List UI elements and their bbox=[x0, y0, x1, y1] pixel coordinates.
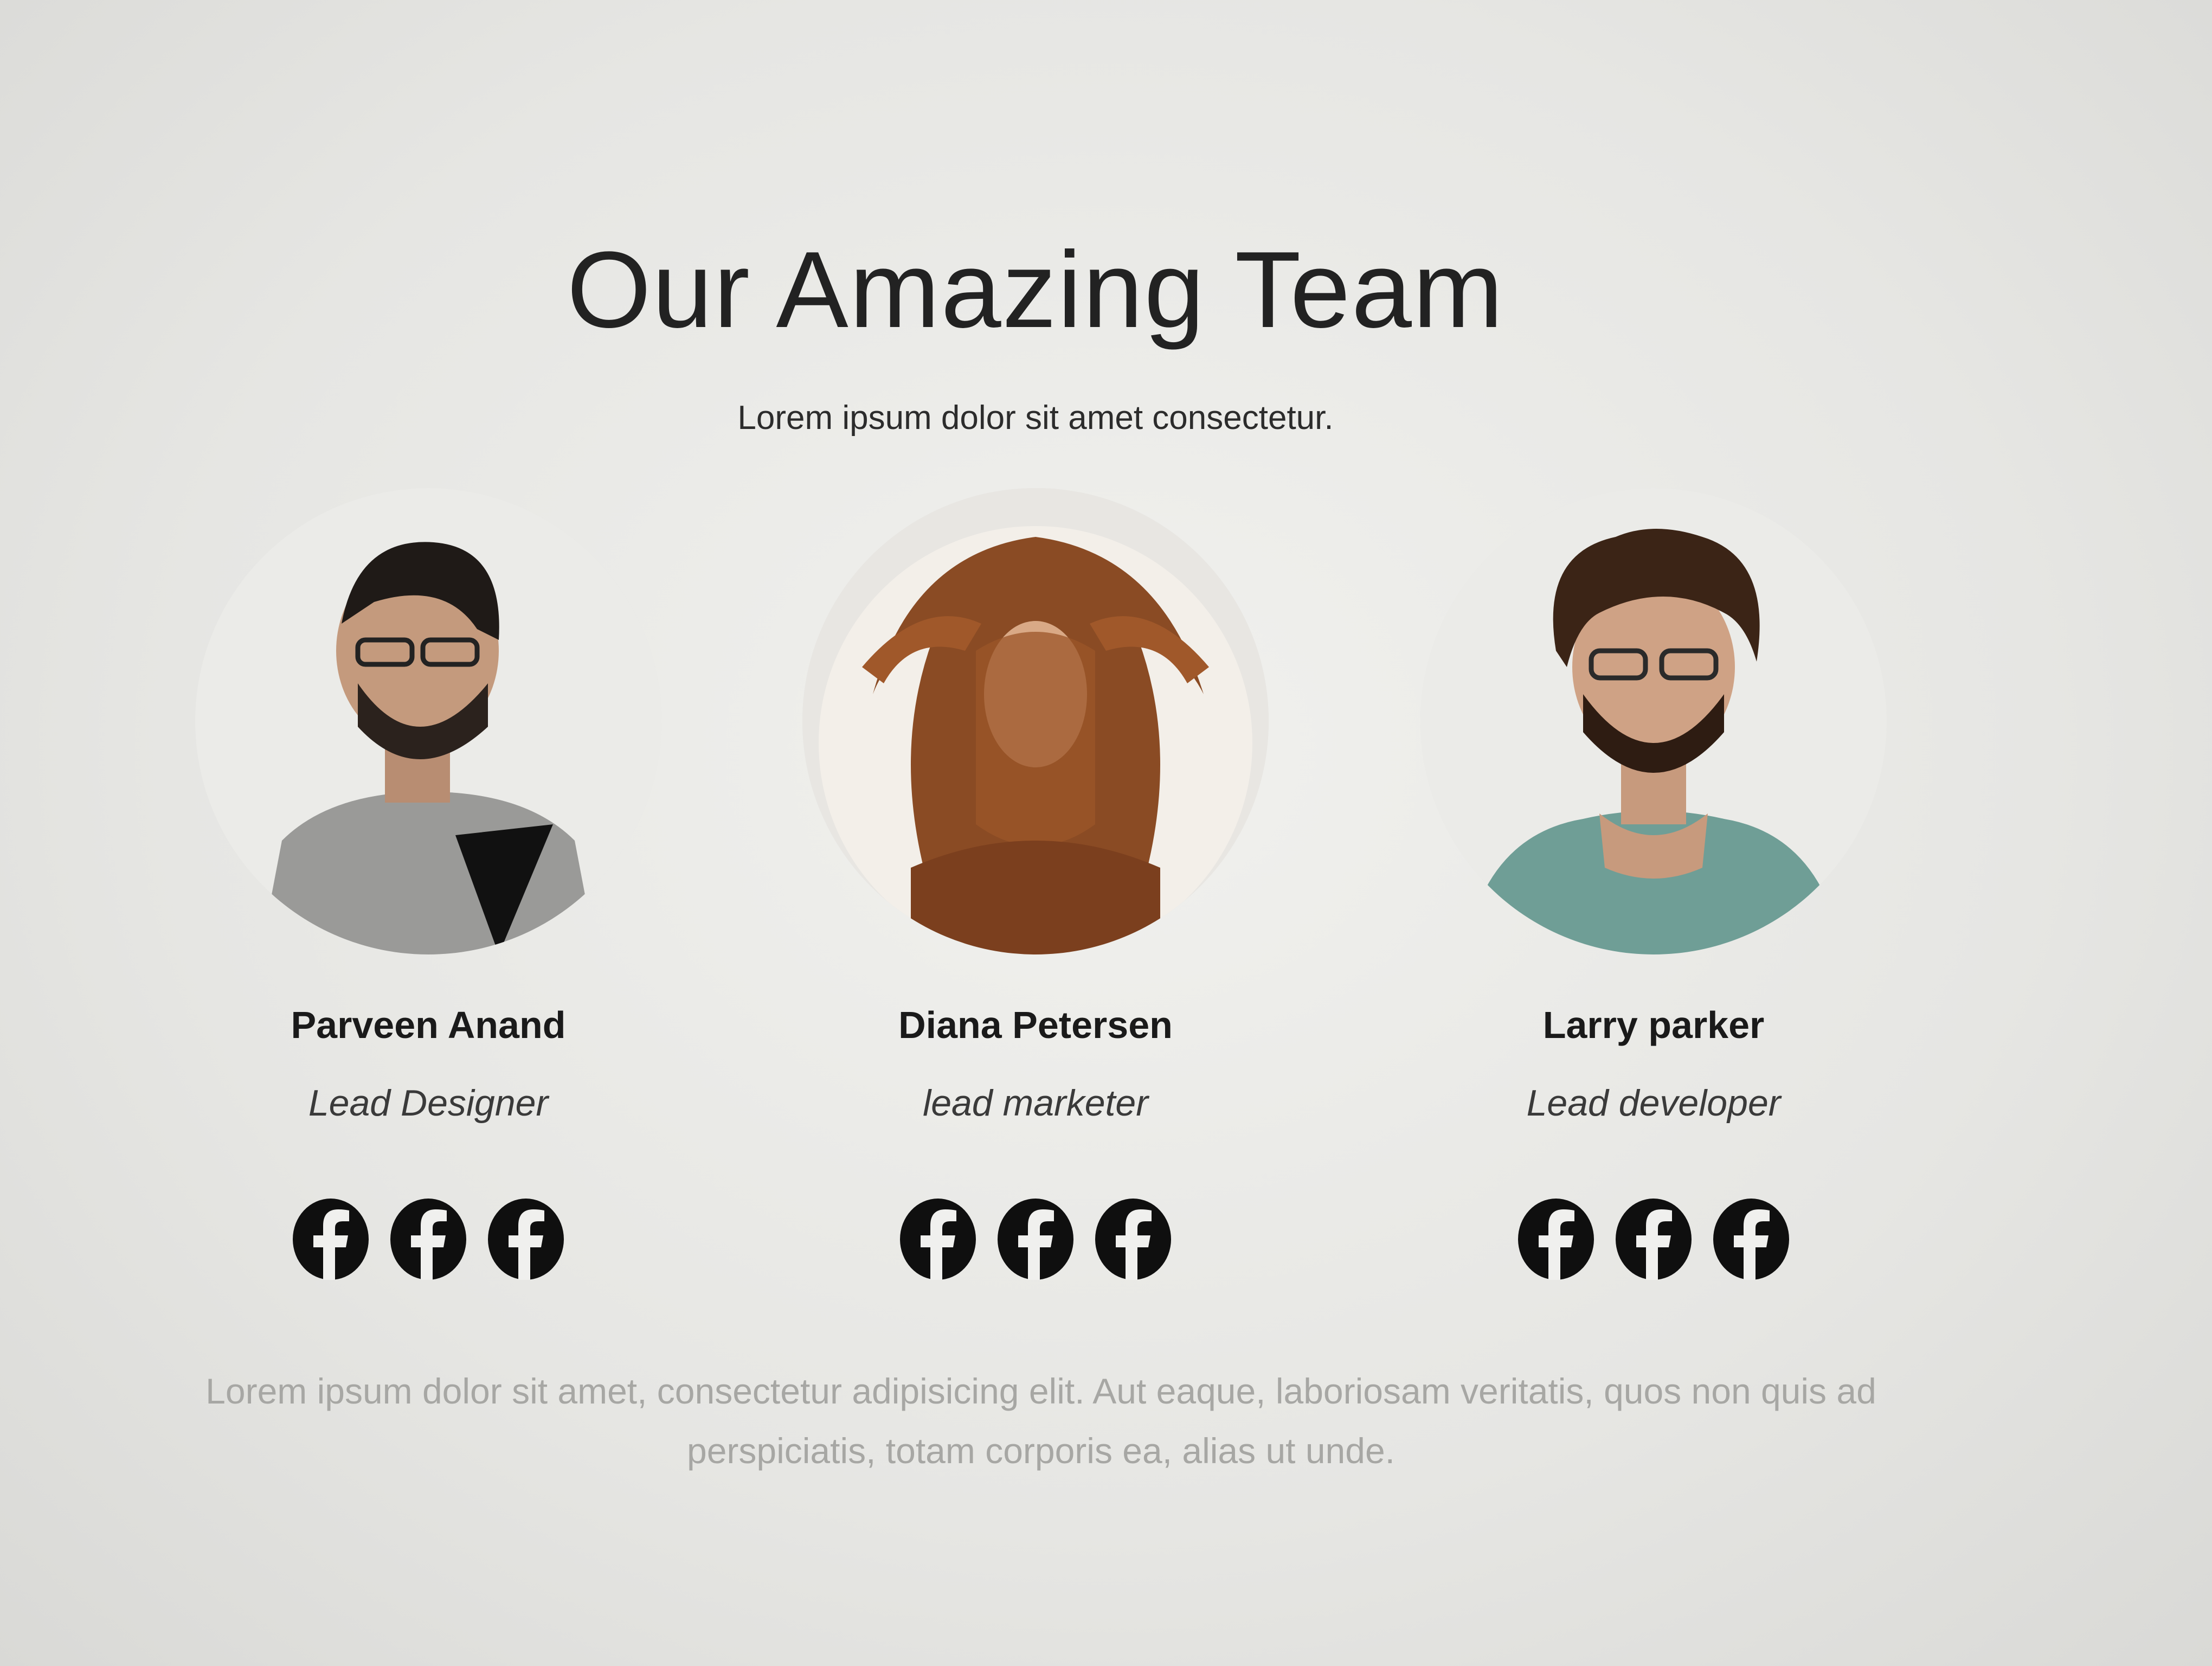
social-links bbox=[157, 1199, 699, 1291]
facebook-icon[interactable] bbox=[1713, 1199, 1789, 1280]
facebook-icon[interactable] bbox=[1518, 1199, 1594, 1280]
member-name: Diana Petersen bbox=[898, 1004, 1173, 1046]
facebook-icon[interactable] bbox=[1616, 1199, 1692, 1280]
avatar bbox=[802, 488, 1269, 954]
team-member-card: Larry parker Lead developer bbox=[1382, 488, 1925, 1302]
avatar bbox=[195, 488, 661, 954]
team-member-card: Diana Petersen lead marketer bbox=[764, 488, 1307, 1302]
member-role: Lead Designer bbox=[308, 1082, 549, 1124]
social-links bbox=[1382, 1199, 1925, 1291]
facebook-icon[interactable] bbox=[1095, 1199, 1171, 1280]
section-subtitle: Lorem ipsum dolor sit amet consectetur. bbox=[737, 399, 1334, 437]
facebook-icon[interactable] bbox=[293, 1199, 369, 1280]
social-links bbox=[764, 1199, 1307, 1291]
member-name: Parveen Anand bbox=[291, 1004, 566, 1046]
member-name: Larry parker bbox=[1542, 1004, 1765, 1046]
section-title: Our Amazing Team bbox=[567, 229, 1504, 350]
facebook-icon[interactable] bbox=[900, 1199, 976, 1280]
team-member-card: Parveen Anand Lead Designer bbox=[157, 488, 699, 1302]
facebook-icon[interactable] bbox=[390, 1199, 466, 1280]
team-grid: Parveen Anand Lead Designer Diana Peters… bbox=[0, 488, 2071, 1302]
footer-description: Lorem ipsum dolor sit amet, consectetur … bbox=[205, 1371, 1876, 1471]
member-role: Lead developer bbox=[1526, 1082, 1781, 1124]
facebook-icon[interactable] bbox=[488, 1199, 564, 1280]
member-role: lead marketer bbox=[923, 1082, 1148, 1124]
facebook-icon[interactable] bbox=[998, 1199, 1073, 1280]
avatar bbox=[1420, 488, 1887, 954]
team-section: Our Amazing Team Lorem ipsum dolor sit a… bbox=[0, 0, 2212, 1666]
